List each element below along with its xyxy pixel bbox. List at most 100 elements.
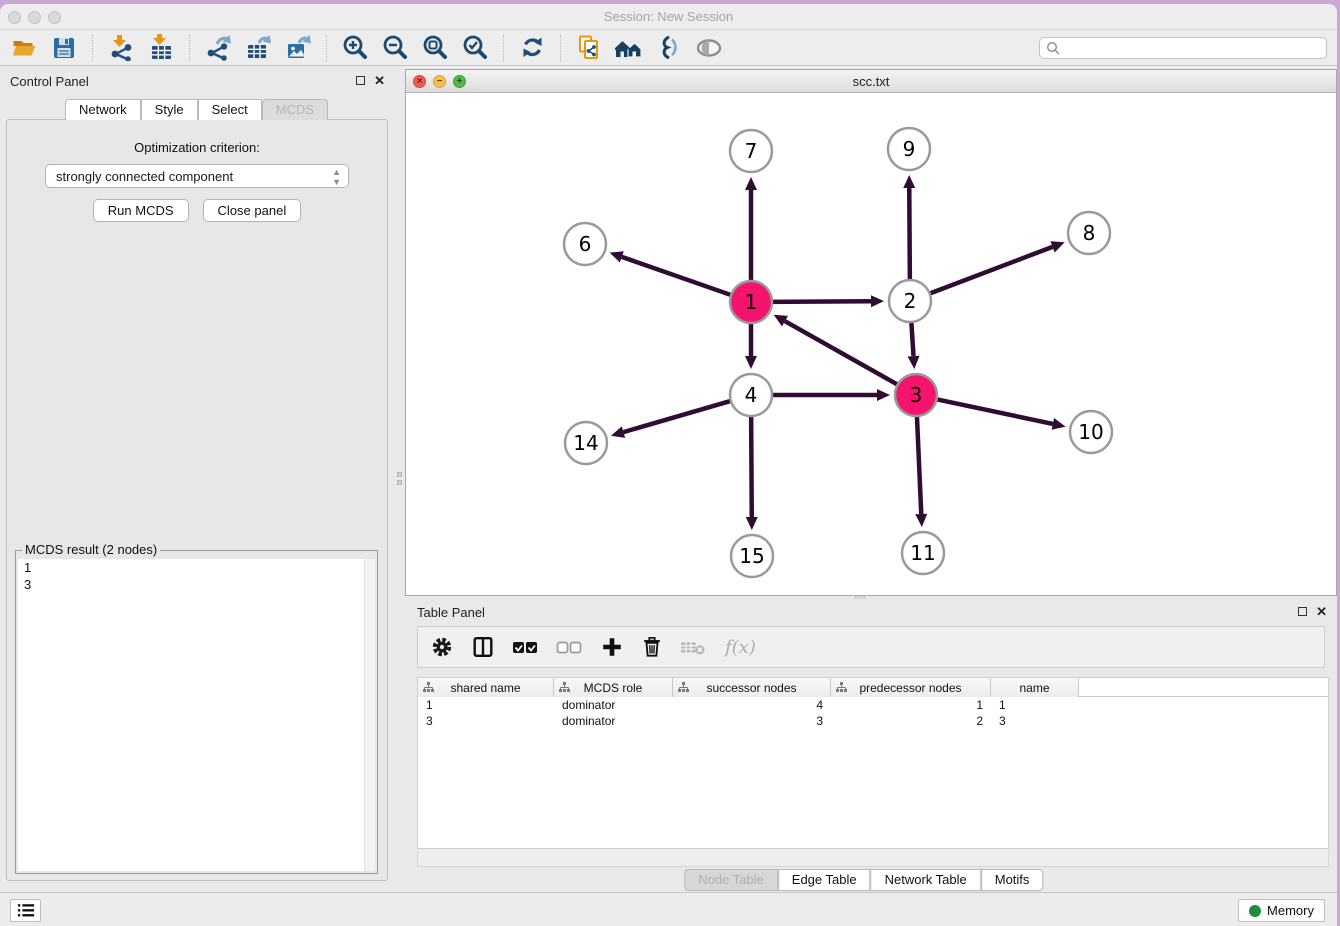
network-window-titlebar: × − + scc.txt [406, 70, 1336, 93]
floppy-save-icon [51, 35, 77, 61]
control-panel-tabs: NetworkStyleSelectMCDS [0, 99, 393, 120]
show-hide-button[interactable] [693, 33, 725, 63]
deselect-all-button[interactable] [556, 632, 583, 662]
node-table: shared nameMCDS rolesuccessor nodesprede… [417, 677, 1329, 849]
tab-style[interactable]: Style [141, 99, 198, 120]
export-network-icon [205, 34, 232, 61]
zoom-selected-button[interactable] [459, 33, 491, 63]
graph-edge-3-11[interactable] [917, 413, 921, 514]
graph-edge-1-2[interactable] [769, 301, 871, 302]
network-graph[interactable]: 7968124314101511 [406, 93, 1336, 595]
graph-node-label: 14 [573, 431, 598, 455]
table-row[interactable]: 3dominator323 [418, 713, 1328, 729]
new-network-from-selection-button[interactable] [573, 33, 605, 63]
search-field[interactable] [1039, 37, 1327, 59]
float-panel-icon[interactable] [356, 76, 365, 85]
vertical-splitter-handle[interactable] [395, 469, 403, 487]
dropdown-selected-value: strongly connected component [56, 169, 233, 184]
control-panel: Control Panel ✕ NetworkStyleSelectMCDS O… [0, 69, 393, 881]
window-title: Session: New Session [0, 9, 1337, 24]
edge-arrowhead [1052, 418, 1066, 430]
function-builder-button[interactable]: f(x) [724, 632, 760, 662]
import-network-icon [108, 34, 135, 61]
gear-icon [430, 635, 454, 659]
table-settings-button[interactable] [430, 632, 454, 662]
float-table-panel-icon[interactable] [1298, 607, 1307, 616]
table-tab-edge-table[interactable]: Edge Table [778, 869, 871, 891]
mcds-result-value: 3 [18, 576, 375, 593]
table-tab-node-table[interactable]: Node Table [684, 869, 778, 891]
edge-arrowhead [877, 389, 890, 401]
show-column-panel-button[interactable] [471, 632, 495, 662]
save-session-button[interactable] [48, 33, 80, 63]
tab-mcds[interactable]: MCDS [262, 99, 328, 120]
apply-style-button[interactable] [653, 33, 685, 63]
table-tab-network-table[interactable]: Network Table [871, 869, 981, 891]
main-toolbar [0, 30, 1337, 66]
column-header-predecessor-nodes[interactable]: predecessor nodes [831, 678, 991, 697]
mcds-result-box: MCDS result (2 nodes) 13 [15, 550, 378, 874]
table-cell: 3 [991, 713, 1079, 729]
edge-arrowhead [871, 295, 884, 307]
run-mcds-button[interactable]: Run MCDS [93, 199, 189, 222]
export-image-button[interactable] [282, 33, 314, 63]
network-canvas[interactable]: 7968124314101511 [406, 93, 1336, 595]
graph-edge-2-3[interactable] [911, 319, 913, 356]
graph-edge-3-1[interactable] [785, 321, 900, 386]
export-network-button[interactable] [202, 33, 234, 63]
zoom-fit-button[interactable] [419, 33, 451, 63]
export-image-icon [285, 34, 312, 61]
memory-button[interactable]: Memory [1238, 899, 1325, 922]
graph-node-label: 6 [579, 232, 592, 256]
graph-edge-1-6[interactable] [622, 257, 734, 296]
table-tab-motifs[interactable]: Motifs [981, 869, 1044, 891]
graph-node-label: 7 [745, 139, 758, 163]
home-button[interactable] [613, 33, 645, 63]
mcds-result-value: 1 [18, 559, 375, 576]
mcds-result-list: 13 [18, 559, 375, 871]
table-scrollbar-track[interactable] [417, 850, 1329, 867]
import-table-button[interactable] [145, 33, 177, 63]
table-cell: 2 [831, 713, 991, 729]
close-table-panel-icon[interactable]: ✕ [1316, 606, 1327, 617]
column-header-successor-nodes[interactable]: successor nodes [673, 678, 831, 697]
column-header-MCDS-role[interactable]: MCDS role [554, 678, 673, 697]
search-input[interactable] [1064, 41, 1320, 55]
graph-edge-3-10[interactable] [934, 399, 1053, 424]
zoom-in-button[interactable] [339, 33, 371, 63]
refresh-button[interactable] [516, 33, 548, 63]
optimization-criterion-dropdown[interactable]: strongly connected component ▲▼ [45, 164, 349, 188]
zoom-out-button[interactable] [379, 33, 411, 63]
eye-icon [695, 35, 724, 61]
copy-network-icon [576, 34, 603, 61]
delete-table-button[interactable] [680, 632, 707, 662]
graph-edge-2-9[interactable] [909, 188, 910, 283]
table-row[interactable]: 1dominator411 [418, 697, 1328, 713]
column-header-shared-name[interactable]: shared name [418, 678, 554, 697]
open-session-button[interactable] [8, 33, 40, 63]
close-panel-icon[interactable]: ✕ [374, 75, 385, 86]
add-column-button[interactable] [600, 632, 624, 662]
tab-network[interactable]: Network [65, 99, 141, 120]
graph-node-label: 9 [903, 137, 916, 161]
export-table-button[interactable] [242, 33, 274, 63]
delete-column-button[interactable] [641, 632, 663, 662]
table-cell: 3 [673, 713, 831, 729]
close-panel-button[interactable]: Close panel [203, 199, 302, 222]
task-history-button[interactable] [10, 899, 41, 922]
import-network-button[interactable] [105, 33, 137, 63]
graph-edge-4-14[interactable] [623, 400, 733, 432]
table-body: 1dominator4113dominator323 [418, 697, 1328, 729]
graph-edge-2-8[interactable] [927, 247, 1053, 295]
table-cell: 1 [831, 697, 991, 713]
zoom-in-icon [342, 34, 369, 61]
column-header-name[interactable]: name [991, 678, 1079, 697]
folder-open-icon [11, 35, 38, 61]
tab-select[interactable]: Select [198, 99, 262, 120]
graph-edge-4-15[interactable] [751, 413, 752, 517]
graph-node-label: 15 [739, 544, 764, 568]
column-type-icon [423, 682, 434, 693]
result-scrollbar[interactable] [364, 559, 375, 871]
select-all-button[interactable] [512, 632, 539, 662]
main-area: Control Panel ✕ NetworkStyleSelectMCDS O… [0, 67, 1337, 892]
